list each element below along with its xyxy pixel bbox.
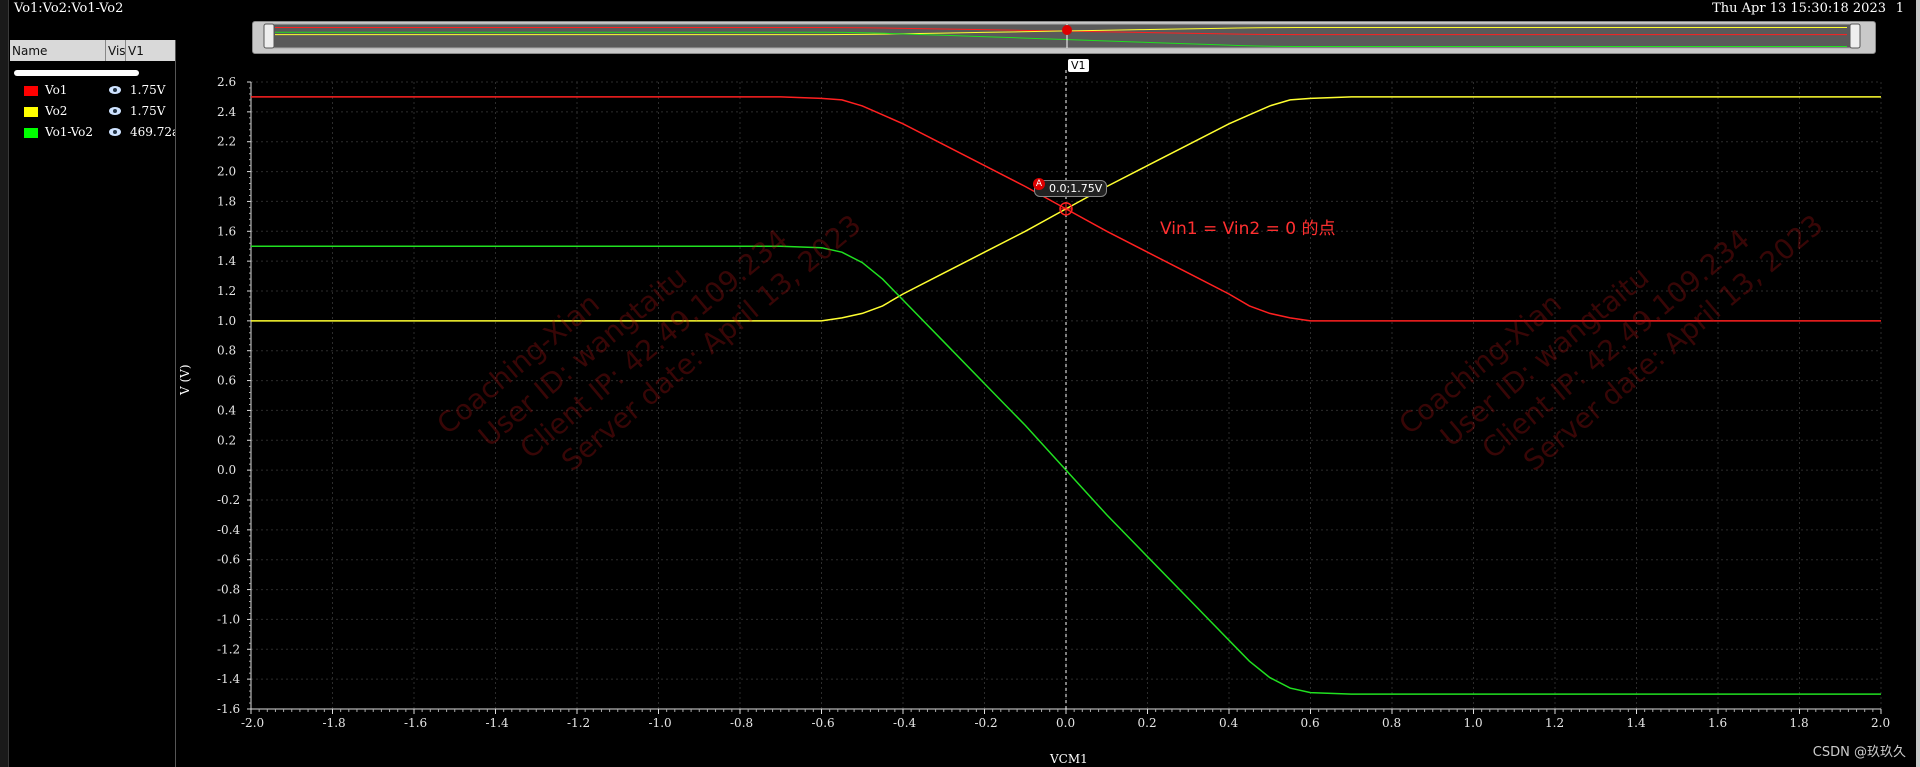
- x-tick-label: 1.4: [1627, 716, 1646, 730]
- y-tick-label: -1.0: [217, 612, 240, 626]
- y-tick-label: 0.0: [217, 463, 236, 477]
- y-tick-label: -1.4: [217, 672, 241, 686]
- x-tick-label: 0.4: [1219, 716, 1238, 730]
- x-tick-label: 0.8: [1382, 716, 1401, 730]
- y-tick-label: 1.4: [217, 254, 236, 268]
- y-tick-label: 2.0: [217, 165, 236, 179]
- overview-left-handle[interactable]: [263, 23, 275, 49]
- y-tick-label: -0.2: [217, 493, 240, 507]
- y-tick-label: 2.2: [217, 135, 236, 149]
- y-tick-label: 2.4: [217, 105, 236, 119]
- x-tick-label: 1.0: [1464, 716, 1483, 730]
- x-tick-label: 0.6: [1301, 716, 1320, 730]
- x-tick-label: 1.6: [1708, 716, 1727, 730]
- y-tick-label: -0.8: [217, 583, 240, 597]
- y-tick-label: -1.2: [217, 642, 240, 656]
- waveform-viewer-window: Vo1:Vo2:Vo1-Vo2 Thu Apr 13 15:30:18 2023…: [0, 0, 1920, 767]
- y-tick-label: 0.6: [217, 374, 236, 388]
- y-tick-label: 0.8: [217, 344, 236, 358]
- y-tick-label: 1.2: [217, 284, 236, 298]
- y-tick-label: -1.6: [217, 702, 240, 716]
- y-tick-label: 0.2: [217, 433, 236, 447]
- x-tick-label: -1.6: [404, 716, 427, 730]
- x-tick-label: -1.2: [567, 716, 590, 730]
- x-tick-label: -2.0: [241, 716, 264, 730]
- x-tick-label: -0.4: [893, 716, 917, 730]
- footer-credit: CSDN @玖玖久: [1812, 745, 1906, 760]
- x-tick-label: 1.2: [1545, 716, 1564, 730]
- x-tick-label: 0.2: [1138, 716, 1157, 730]
- x-tick-label: 0.0: [1056, 716, 1075, 730]
- x-tick-label: -1.4: [486, 716, 510, 730]
- y-tick-label: 2.6: [217, 75, 236, 89]
- y-tick-label: 1.6: [217, 224, 236, 238]
- overview-marker[interactable]: [1062, 25, 1072, 35]
- y-tick-label: 1.8: [217, 194, 236, 208]
- x-tick-label: -0.6: [812, 716, 835, 730]
- y-tick-label: 1.0: [217, 314, 236, 328]
- cursor-label[interactable]: V1: [1068, 59, 1089, 72]
- overview-right-handle[interactable]: [1849, 23, 1861, 49]
- x-axis-label: VCM1: [1050, 752, 1088, 766]
- y-tick-label: -0.6: [217, 553, 240, 567]
- x-tick-label: -1.0: [649, 716, 672, 730]
- y-tick-label: -0.4: [217, 523, 241, 537]
- x-tick-label: -1.8: [323, 716, 346, 730]
- x-tick-label: 2.0: [1871, 716, 1890, 730]
- x-tick-label: -0.2: [975, 716, 998, 730]
- annotation-text: Vin1 = Vin2 = 0 的点: [1160, 219, 1336, 239]
- y-axis-label: V (V): [178, 364, 192, 395]
- marker-badge[interactable]: A: [1033, 178, 1045, 190]
- y-tick-label: 0.4: [217, 403, 236, 417]
- x-tick-label: -0.8: [730, 716, 753, 730]
- x-tick-label: 1.8: [1790, 716, 1809, 730]
